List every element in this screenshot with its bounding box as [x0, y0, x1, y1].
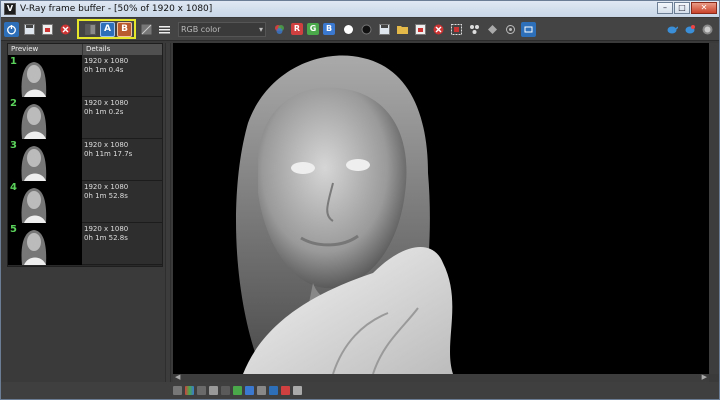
stereo-icon[interactable]: [293, 386, 302, 395]
vertical-scrollbar[interactable]: [709, 43, 719, 374]
stop-render-icon[interactable]: [431, 22, 446, 37]
history-thumbnail: 5: [8, 223, 82, 265]
sidebar-empty-area: [7, 267, 163, 389]
history-item[interactable]: 3 1920 x 1080 0h 11m 17.7s: [8, 139, 162, 181]
history-render-time: 0h 1m 0.2s: [84, 108, 124, 116]
interactive-render-icon[interactable]: [682, 22, 697, 37]
history-resolution: 1920 x 1080: [84, 99, 129, 107]
history-resolution: 1920 x 1080: [84, 225, 129, 233]
exposure-icon[interactable]: [209, 386, 218, 395]
color-picker-icon[interactable]: [272, 22, 287, 37]
history-thumbnail: 3: [8, 139, 82, 181]
history-thumbnail: 4: [8, 181, 82, 223]
compare-a-icon[interactable]: A: [100, 21, 115, 37]
scroll-right-icon[interactable]: ▶: [702, 373, 707, 381]
background-image-icon[interactable]: [221, 386, 230, 395]
history-render-time: 0h 1m 0.4s: [84, 66, 124, 74]
history-details: 1920 x 1080 0h 1m 52.8s: [82, 181, 162, 222]
levels-icon[interactable]: [185, 386, 194, 395]
green-channel-button[interactable]: G: [307, 23, 319, 35]
black-circle-icon[interactable]: [359, 22, 374, 37]
history-thumbnail: 2: [8, 97, 82, 139]
history-details: 1920 x 1080 0h 1m 0.4s: [82, 55, 162, 96]
power-icon[interactable]: [4, 21, 19, 37]
ocio-icon[interactable]: [245, 386, 254, 395]
history-item[interactable]: 5 1920 x 1080 0h 1m 52.8s: [8, 223, 162, 265]
clear-icon[interactable]: [58, 22, 73, 37]
open-folder-icon[interactable]: [395, 22, 410, 37]
menu-icon[interactable]: [157, 22, 172, 37]
save-all-icon[interactable]: [40, 22, 55, 37]
copy-image-icon[interactable]: [413, 22, 428, 37]
compare-b-icon[interactable]: B: [117, 21, 132, 37]
history-number: 1: [10, 56, 17, 67]
history-number: 3: [10, 140, 17, 151]
chevron-down-icon: ▾: [258, 24, 263, 34]
lens-icon[interactable]: [139, 22, 154, 37]
vfb-window: V V-Ray frame buffer - [50% of 1920 x 10…: [0, 0, 720, 400]
panel-splitter[interactable]: [165, 43, 171, 389]
lut-correction-icon[interactable]: [233, 386, 242, 395]
stop-icon[interactable]: [700, 22, 715, 37]
white-circle-icon[interactable]: [341, 22, 356, 37]
history-resolution: 1920 x 1080: [84, 57, 129, 65]
red-channel-button[interactable]: R: [291, 23, 303, 35]
history-icon[interactable]: [83, 22, 98, 37]
window-title: V-Ray frame buffer - [50% of 1920 x 1080…: [20, 4, 213, 14]
bottom-toolbar: [1, 382, 719, 399]
history-item[interactable]: 2 1920 x 1080 0h 1m 0.2s: [8, 97, 162, 139]
save-image-icon[interactable]: [377, 22, 392, 37]
srgb-icon[interactable]: [269, 386, 278, 395]
compare-tools-group: A B: [77, 19, 136, 39]
track-mouse-icon[interactable]: [467, 22, 482, 37]
history-thumbnail: 1: [8, 55, 82, 97]
history-render-time: 0h 1m 52.8s: [84, 234, 128, 242]
history-item[interactable]: 4 1920 x 1080 0h 1m 52.8s: [8, 181, 162, 223]
teapot-render-icon[interactable]: [664, 22, 679, 37]
scroll-left-icon[interactable]: ◀: [175, 373, 180, 381]
region-render-icon[interactable]: [449, 22, 464, 37]
minimize-button[interactable]: –: [657, 2, 673, 14]
pixel-aspect-icon[interactable]: [281, 386, 290, 395]
horizontal-scrollbar[interactable]: ◀ ▶: [173, 373, 709, 382]
history-number: 2: [10, 98, 17, 109]
maximize-button[interactable]: □: [674, 2, 690, 14]
close-button[interactable]: ✕: [691, 2, 717, 14]
history-header: Preview Details: [8, 44, 162, 55]
history-resolution: 1920 x 1080: [84, 183, 129, 191]
channel-select-value: RGB color: [181, 24, 221, 34]
history-render-time: 0h 1m 52.8s: [84, 192, 128, 200]
blue-channel-button[interactable]: B: [323, 23, 335, 35]
history-number: 5: [10, 224, 17, 235]
save-icon[interactable]: [22, 22, 37, 37]
curve-icon[interactable]: [197, 386, 206, 395]
color-correction-icon[interactable]: [173, 386, 182, 395]
preview-column-header[interactable]: Preview: [8, 44, 83, 55]
history-render-time: 0h 11m 17.7s: [84, 150, 133, 158]
channel-select[interactable]: RGB color ▾: [178, 21, 266, 37]
history-details: 1920 x 1080 0h 1m 0.2s: [82, 97, 162, 138]
toolbar: A B RGB color ▾ R G B: [1, 18, 719, 41]
history-details: 1920 x 1080 0h 1m 52.8s: [82, 223, 162, 264]
history-number: 4: [10, 182, 17, 193]
title-bar: V V-Ray frame buffer - [50% of 1920 x 10…: [1, 1, 719, 17]
render-viewport[interactable]: [173, 43, 709, 374]
render-image: [236, 55, 453, 374]
details-column-header[interactable]: Details: [83, 44, 110, 55]
lut-icon[interactable]: [521, 21, 536, 37]
history-item[interactable]: 1 1920 x 1080 0h 1m 0.4s: [8, 55, 162, 97]
link-icon[interactable]: [503, 22, 518, 37]
render-region-icon[interactable]: [485, 22, 500, 37]
history-panel: Preview Details 1 1920 x 1080 0h 1m 0.4s…: [7, 43, 163, 267]
history-resolution: 1920 x 1080: [84, 141, 129, 149]
vray-app-icon: V: [4, 3, 16, 15]
history-details: 1920 x 1080 0h 11m 17.7s: [82, 139, 162, 180]
icc-icon[interactable]: [257, 386, 266, 395]
